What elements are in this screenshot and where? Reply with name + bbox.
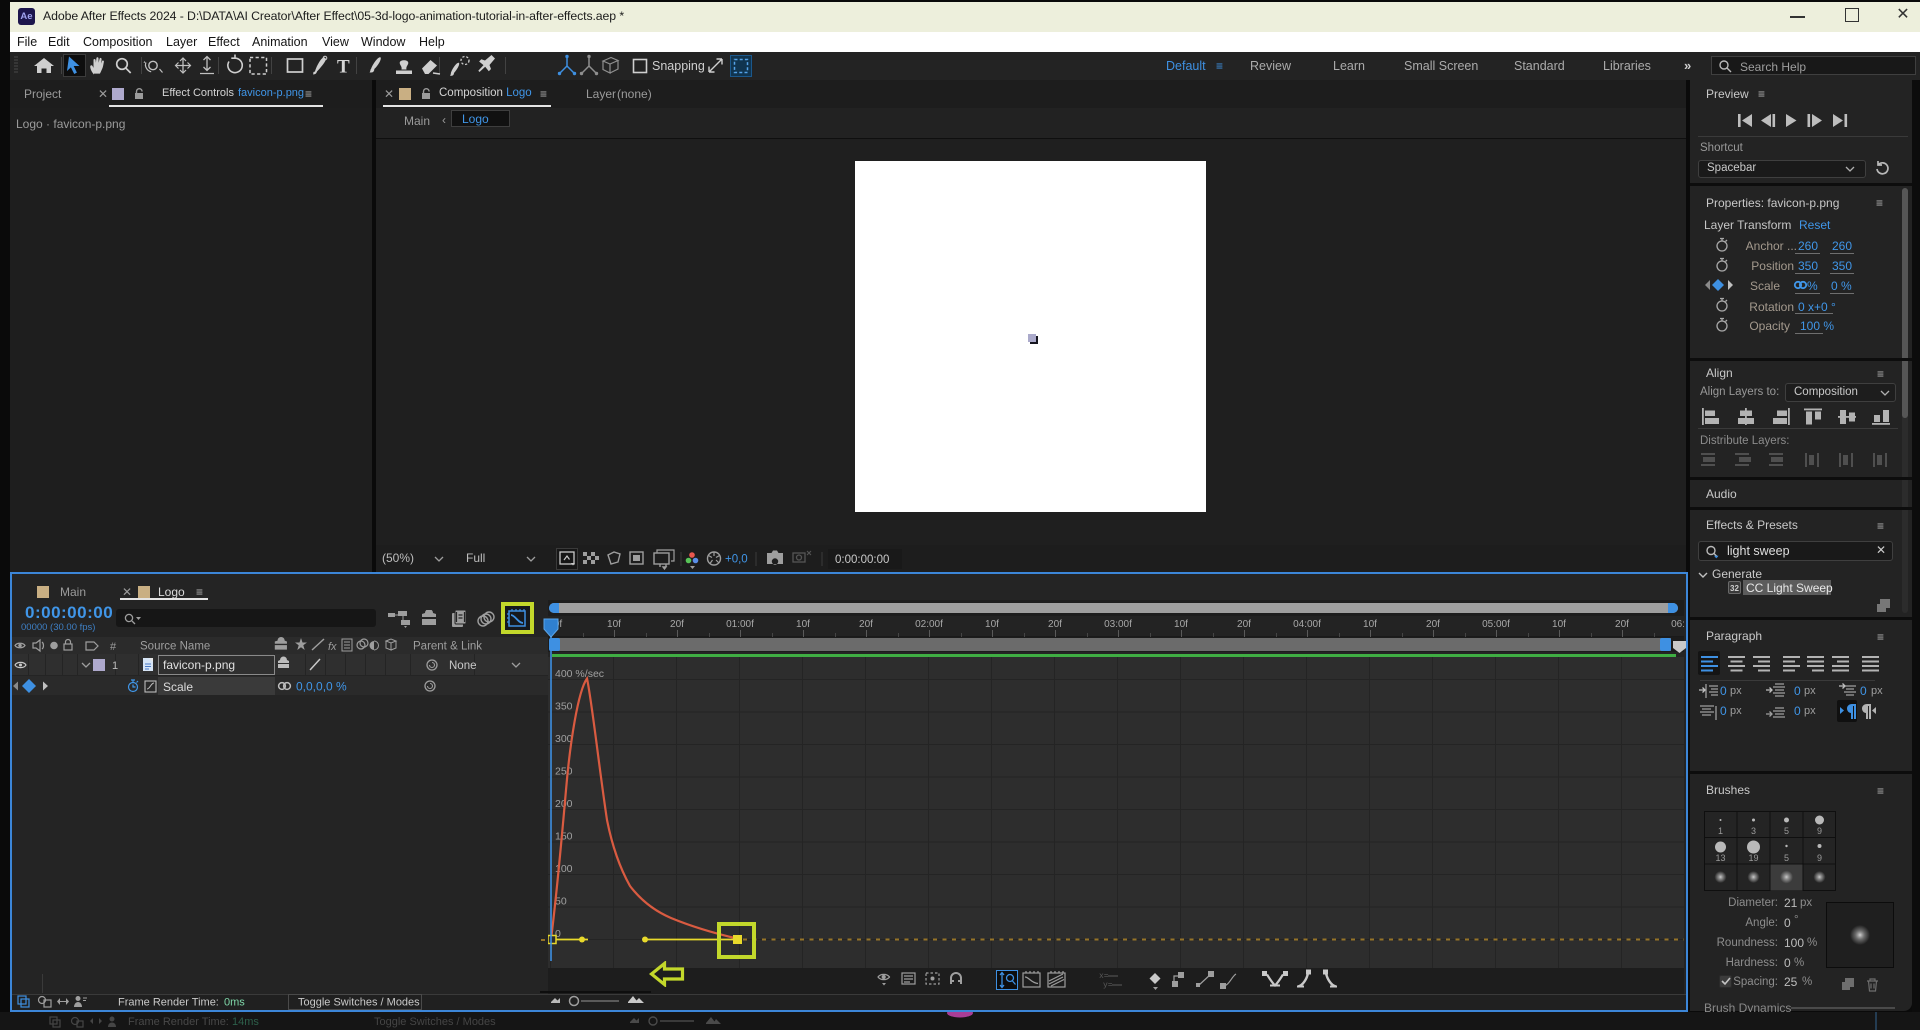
svg-text:Source Name: Source Name: [140, 641, 210, 653]
svg-text:x=: x=: [1099, 972, 1109, 981]
svg-text:favicon-p.png: favicon-p.png: [163, 658, 235, 672]
svg-text:5: 5: [1784, 853, 1789, 863]
svg-text:1: 1: [1718, 826, 1723, 836]
svg-text:y=: y=: [1103, 981, 1113, 990]
svg-text:0,0,0,0 %: 0,0,0,0 %: [296, 680, 347, 694]
svg-text:5: 5: [1784, 826, 1789, 836]
svg-text:19: 19: [1748, 853, 1758, 863]
svg-text:0ms: 0ms: [224, 997, 245, 1009]
svg-text:#: #: [110, 641, 117, 653]
svg-text:Frame Render Time:: Frame Render Time:: [128, 1016, 229, 1028]
svg-text:Toggle Switches / Modes: Toggle Switches / Modes: [374, 1016, 496, 1028]
svg-text:9: 9: [1817, 826, 1822, 836]
svg-text:Toggle Switches / Modes: Toggle Switches / Modes: [298, 997, 420, 1009]
svg-text:9: 9: [1817, 853, 1822, 863]
svg-text:Snapping: Snapping: [652, 59, 705, 73]
svg-text:T: T: [337, 57, 350, 78]
svg-text:fx: fx: [328, 641, 337, 653]
svg-text:3: 3: [1751, 826, 1756, 836]
svg-text:Scale: Scale: [163, 680, 193, 694]
svg-text:1: 1: [112, 660, 118, 672]
svg-text:14ms: 14ms: [232, 1016, 259, 1028]
svg-text:+0,0: +0,0: [725, 554, 748, 566]
svg-text:None: None: [449, 660, 477, 672]
svg-text:Parent & Link: Parent & Link: [413, 641, 482, 653]
svg-text:0:00:00:00: 0:00:00:00: [835, 554, 889, 566]
svg-text:13: 13: [1715, 853, 1725, 863]
svg-text:Frame Render Time:: Frame Render Time:: [118, 997, 219, 1009]
svg-text:400 %/sec: 400 %/sec: [555, 668, 604, 680]
